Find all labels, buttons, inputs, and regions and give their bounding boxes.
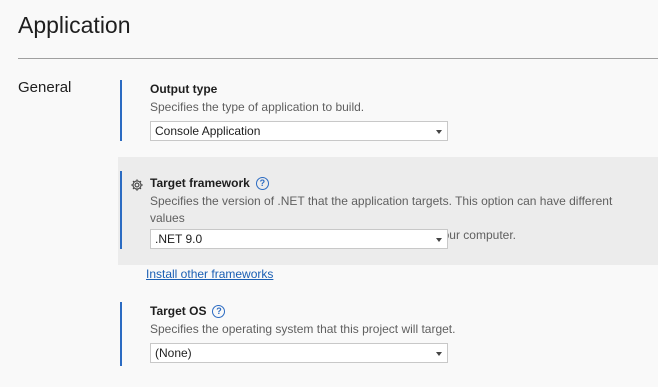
chevron-down-icon <box>436 238 442 242</box>
help-icon[interactable]: ? <box>212 304 226 318</box>
section-label-general: General <box>18 79 72 96</box>
help-icon[interactable]: ? <box>255 176 269 190</box>
chevron-down-icon <box>436 352 442 356</box>
target-os-label: Target OS ? <box>150 304 226 318</box>
target-framework-label: Target framework ? <box>150 176 269 190</box>
output-type-label: Output type <box>150 82 218 96</box>
page-title: Application <box>18 12 131 38</box>
target-os-dropdown[interactable]: (None) <box>150 343 448 363</box>
target-framework-accent-bar <box>120 171 122 249</box>
target-os-setting: Target OS ? Specifies the operating syst… <box>118 302 658 372</box>
output-type-value: Console Application <box>155 124 261 138</box>
output-type-dropdown[interactable]: Console Application <box>150 121 448 141</box>
target-framework-value: .NET 9.0 <box>155 232 203 246</box>
target-framework-setting: Target framework ? Specifies the version… <box>118 157 658 265</box>
target-framework-dropdown[interactable]: .NET 9.0 <box>150 229 448 249</box>
target-os-accent-bar <box>120 302 122 366</box>
target-os-value: (None) <box>155 346 192 360</box>
install-other-frameworks-link[interactable]: Install other frameworks <box>146 267 273 281</box>
chevron-down-icon <box>436 130 442 134</box>
target-os-description: Specifies the operating system that this… <box>150 322 456 336</box>
output-type-accent-bar <box>120 80 122 141</box>
output-type-setting: Output type Specifies the type of applic… <box>118 80 658 150</box>
gear-icon <box>131 179 143 191</box>
output-type-description: Specifies the type of application to bui… <box>150 100 365 114</box>
title-divider <box>18 58 658 59</box>
